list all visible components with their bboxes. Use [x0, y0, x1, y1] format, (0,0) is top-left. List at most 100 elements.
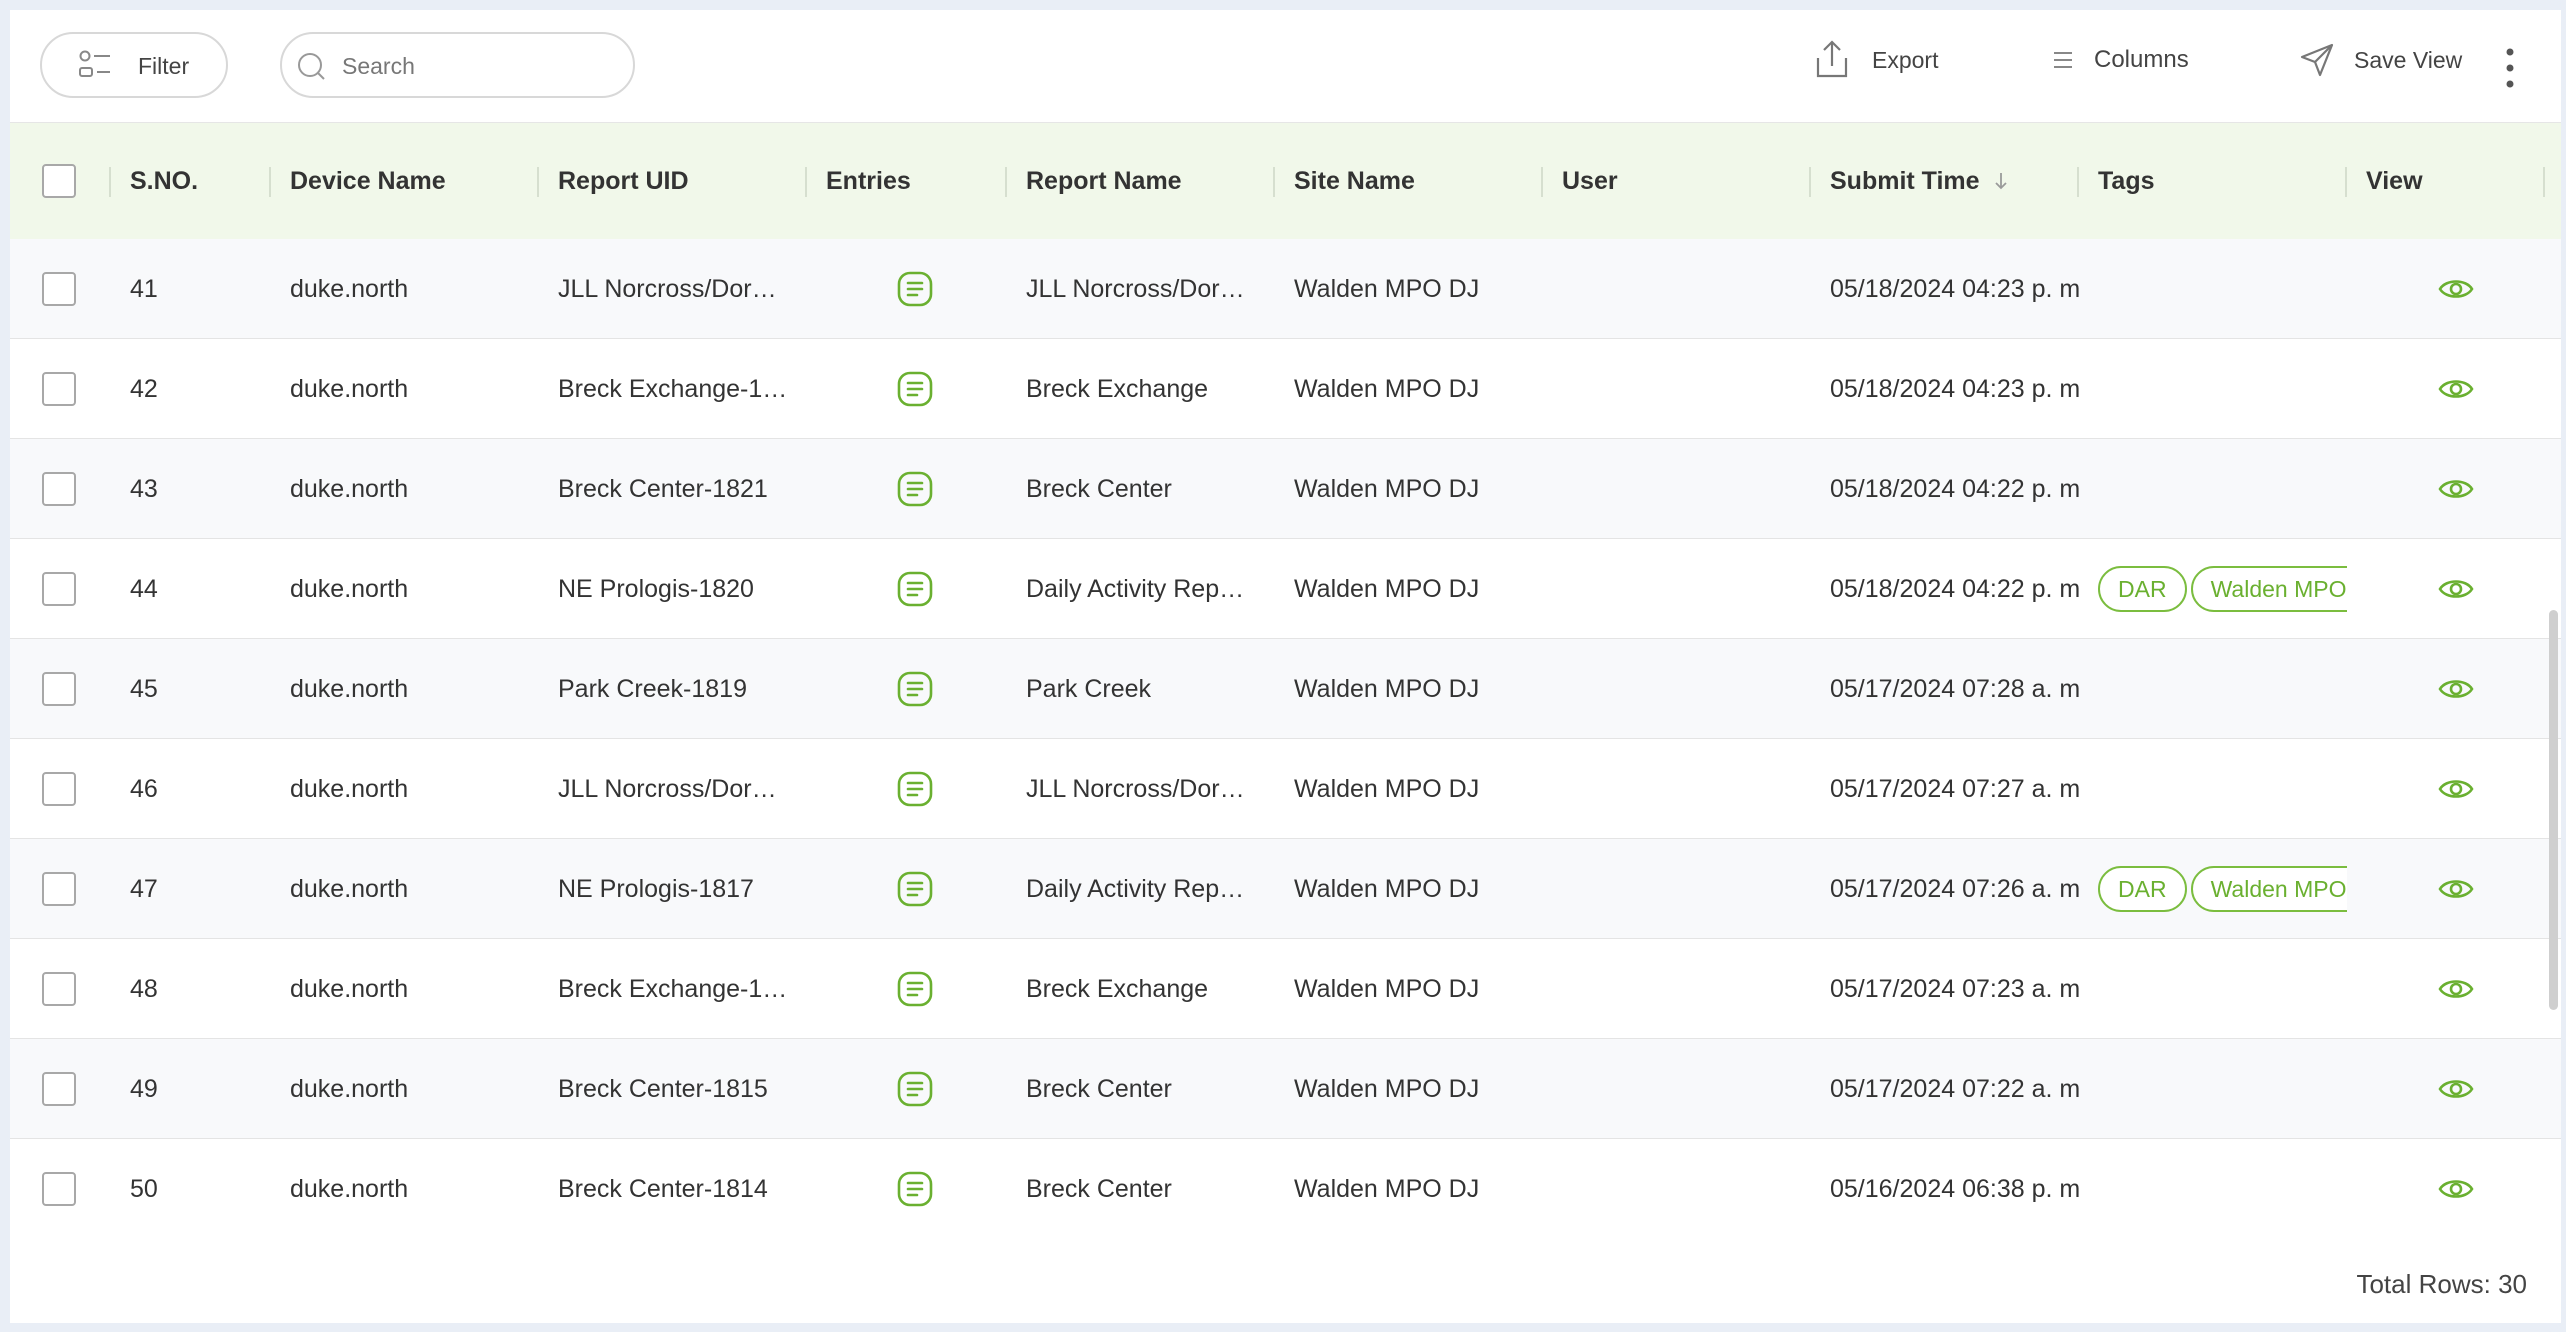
table-row[interactable]: 50 duke.north Breck Center-1814 Breck Cente…	[10, 1139, 2561, 1235]
table-row[interactable]: 43 duke.north Breck Center-1821 Breck Cente…	[10, 439, 2561, 539]
cell-report-uid: Breck Center-1814	[558, 1174, 768, 1203]
table-row[interactable]: 45 duke.north Park Creek-1819 Park Creek Wal…	[10, 639, 2561, 739]
entries-document-icon[interactable]	[896, 270, 934, 308]
filter-icon	[79, 50, 110, 77]
cell-device-name: duke.north	[290, 774, 409, 803]
cell-site-name: Walden MPO DJ	[1294, 1074, 1480, 1103]
entries-document-icon[interactable]	[896, 570, 934, 608]
row-checkbox[interactable]	[42, 472, 76, 506]
cell-submit-time: 05/17/2024 07:22 a. m	[1830, 1074, 2081, 1103]
view-eye-icon[interactable]	[2438, 1077, 2474, 1101]
view-eye-icon[interactable]	[2438, 577, 2474, 601]
tag-chip[interactable]: Walden MPO DJ	[2190, 866, 2347, 912]
cell-report-uid: Breck Exchange-1…	[558, 974, 788, 1003]
column-divider	[269, 167, 271, 197]
cell-user	[1562, 1139, 1802, 1235]
table-row[interactable]: 44 duke.north NE Prologis-1820 Daily Activi…	[10, 539, 2561, 639]
cell-submit-time: 05/17/2024 07:26 a. m	[1830, 874, 2081, 903]
view-eye-icon[interactable]	[2438, 477, 2474, 501]
cell-site-name: Walden MPO DJ	[1294, 374, 1480, 403]
header-user[interactable]: User	[1562, 123, 1618, 239]
entries-document-icon[interactable]	[896, 970, 934, 1008]
row-checkbox[interactable]	[42, 872, 76, 906]
table-row[interactable]: 48 duke.north Breck Exchange-1… Breck Excha…	[10, 939, 2561, 1039]
entries-document-icon[interactable]	[896, 1070, 934, 1108]
table-row[interactable]: 47 duke.north NE Prologis-1817 Daily Activi…	[10, 839, 2561, 939]
row-checkbox[interactable]	[42, 972, 76, 1006]
search-input[interactable]	[340, 44, 624, 88]
more-options-icon[interactable]	[2502, 46, 2518, 90]
scrollbar-thumb[interactable]	[2549, 610, 2558, 1010]
save-view-button[interactable]: Save View	[2298, 30, 2462, 90]
entries-document-icon[interactable]	[896, 770, 934, 808]
table-row[interactable]: 46 duke.north JLL Norcross/Dor… JLL Norcros…	[10, 739, 2561, 839]
header-device-name[interactable]: Device Name	[290, 123, 446, 239]
export-label: Export	[1872, 46, 1939, 73]
cell-submit-time: 05/16/2024 06:38 p. m	[1830, 1174, 2081, 1203]
header-tags[interactable]: Tags	[2098, 123, 2155, 239]
header-report-uid[interactable]: Report UID	[558, 123, 689, 239]
view-eye-icon[interactable]	[2438, 377, 2474, 401]
column-divider	[2543, 167, 2545, 197]
row-checkbox[interactable]	[42, 372, 76, 406]
header-entries[interactable]: Entries	[826, 123, 911, 239]
cell-sno: 46	[130, 774, 158, 803]
header-report-name[interactable]: Report Name	[1026, 123, 1182, 239]
cell-sno: 42	[130, 374, 158, 403]
entries-document-icon[interactable]	[896, 370, 934, 408]
columns-button[interactable]: Columns	[2050, 30, 2189, 90]
column-divider	[805, 167, 807, 197]
entries-document-icon[interactable]	[896, 870, 934, 908]
cell-report-name: Breck Center	[1026, 474, 1172, 503]
cell-report-name: Daily Activity Rep…	[1026, 874, 1245, 903]
header-site-name[interactable]: Site Name	[1294, 123, 1415, 239]
cell-submit-time: 05/17/2024 07:27 a. m	[1830, 774, 2081, 803]
tag-chip[interactable]: DAR	[2098, 566, 2187, 612]
cell-sno: 49	[130, 1074, 158, 1103]
cell-report-name: Breck Center	[1026, 1074, 1172, 1103]
entries-document-icon[interactable]	[896, 670, 934, 708]
row-checkbox[interactable]	[42, 772, 76, 806]
cell-report-name: JLL Norcross/Dor…	[1026, 774, 1245, 803]
row-checkbox[interactable]	[42, 672, 76, 706]
tag-chip[interactable]: Walden MPO DJ	[2190, 566, 2347, 612]
table-row[interactable]: 42 duke.north Breck Exchange-1… Breck Excha…	[10, 339, 2561, 439]
view-eye-icon[interactable]	[2438, 877, 2474, 901]
view-eye-icon[interactable]	[2438, 777, 2474, 801]
cell-site-name: Walden MPO DJ	[1294, 974, 1480, 1003]
send-icon	[2300, 43, 2334, 77]
entries-document-icon[interactable]	[896, 470, 934, 508]
cell-sno: 41	[130, 274, 158, 303]
cell-site-name: Walden MPO DJ	[1294, 474, 1480, 503]
view-eye-icon[interactable]	[2438, 677, 2474, 701]
cell-user	[1562, 439, 1802, 539]
table-row[interactable]: 49 duke.north Breck Center-1815 Breck Cente…	[10, 1039, 2561, 1139]
view-eye-icon[interactable]	[2438, 1177, 2474, 1201]
export-icon	[1816, 40, 1848, 78]
entries-document-icon[interactable]	[896, 1170, 934, 1208]
filter-button[interactable]: Filter	[40, 32, 228, 98]
table-toolbar: Filter Export Columns	[10, 10, 2561, 123]
view-eye-icon[interactable]	[2438, 277, 2474, 301]
tag-chip[interactable]: DAR	[2098, 866, 2187, 912]
cell-tags	[2098, 339, 2347, 439]
table-row[interactable]: 41 duke.north JLL Norcross/Dor… JLL Norcros…	[10, 239, 2561, 339]
header-view[interactable]: View	[2366, 123, 2423, 239]
search-box[interactable]	[280, 32, 635, 98]
cell-site-name: Walden MPO DJ	[1294, 774, 1480, 803]
row-checkbox[interactable]	[42, 272, 76, 306]
cell-user	[1562, 539, 1802, 639]
header-submit-time[interactable]: Submit Time	[1830, 123, 2010, 239]
export-button[interactable]: Export	[1810, 30, 1938, 90]
header-sno[interactable]: S.NO.	[130, 123, 198, 239]
row-checkbox[interactable]	[42, 1172, 76, 1206]
select-all-checkbox[interactable]	[42, 164, 76, 198]
cell-user	[1562, 239, 1802, 339]
row-checkbox[interactable]	[42, 1072, 76, 1106]
view-eye-icon[interactable]	[2438, 977, 2474, 1001]
row-checkbox[interactable]	[42, 572, 76, 606]
sort-arrow-down-icon[interactable]	[1992, 170, 2010, 192]
reports-table-panel: Filter Export Columns	[10, 10, 2561, 1323]
cell-tags: DARWalden MPO DJ	[2098, 539, 2347, 639]
cell-submit-time: 05/18/2024 04:22 p. m	[1830, 574, 2081, 603]
